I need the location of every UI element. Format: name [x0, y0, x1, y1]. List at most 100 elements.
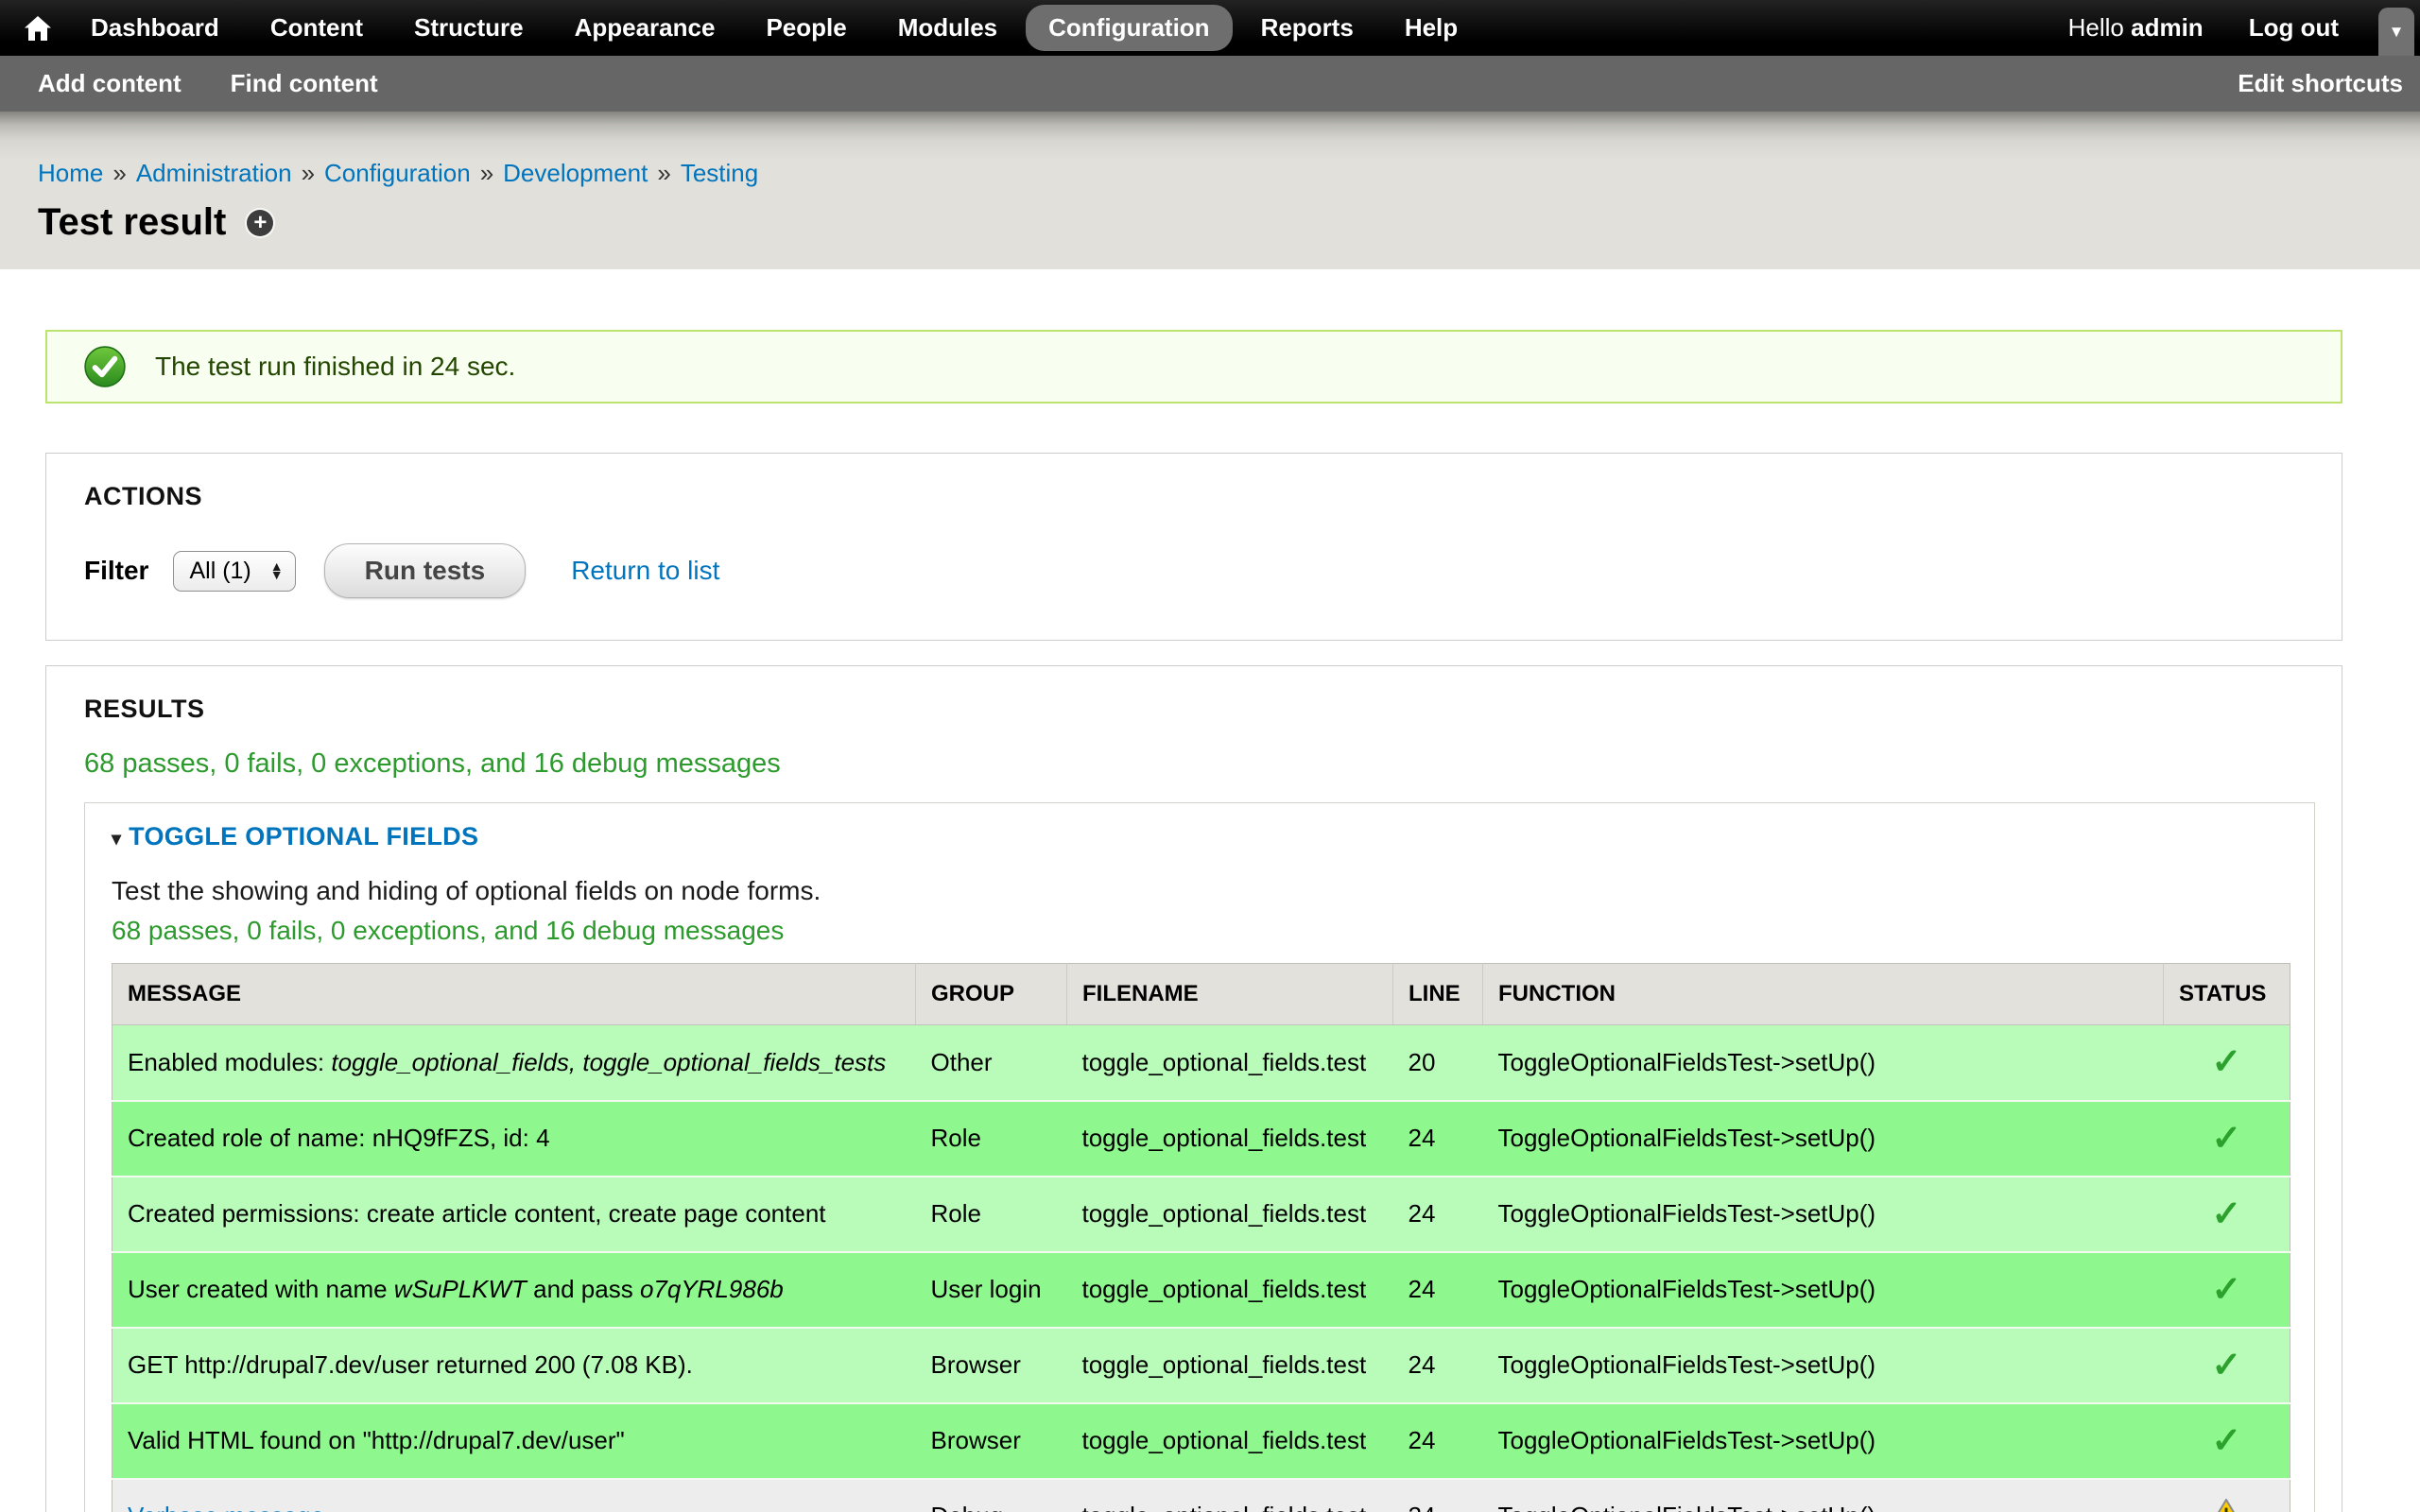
group-toggle-link[interactable]: ▾ TOGGLE OPTIONAL FIELDS — [112, 822, 478, 851]
toolbar-toggle-button[interactable]: ▼ — [2378, 8, 2414, 56]
breadcrumb-separator: » — [302, 159, 315, 187]
menu-item-appearance[interactable]: Appearance — [552, 5, 738, 51]
group-cell: Role — [916, 1177, 1067, 1252]
table-row: GET http://drupal7.dev/user returned 200… — [112, 1328, 2290, 1403]
function-cell: ToggleOptionalFieldsTest->setUp() — [1483, 1177, 2164, 1252]
actions-panel: ACTIONS Filter All (1) ▲▼ Run tests Retu… — [45, 453, 2342, 641]
function-cell: ToggleOptionalFieldsTest->setUp() — [1483, 1328, 2164, 1403]
pass-check-icon: ✓ — [2211, 1042, 2241, 1082]
group-cell: Other — [916, 1025, 1067, 1101]
filename-cell: toggle_optional_fields.test — [1067, 1328, 1393, 1403]
group-cell: Role — [916, 1101, 1067, 1177]
menu-item-people[interactable]: People — [743, 5, 869, 51]
menu-item-reports[interactable]: Reports — [1238, 5, 1376, 51]
status-cell — [2164, 1479, 2290, 1512]
breadcrumb-link-testing[interactable]: Testing — [681, 159, 758, 187]
results-table-body: Enabled modules: toggle_optional_fields,… — [112, 1025, 2290, 1512]
menu-item-configuration[interactable]: Configuration — [1026, 5, 1232, 51]
return-to-list-link[interactable]: Return to list — [571, 556, 719, 586]
pass-check-icon: ✓ — [2211, 1194, 2241, 1234]
status-message-text: The test run finished in 24 sec. — [155, 352, 515, 382]
group-summary: 68 passes, 0 fails, 0 exceptions, and 16… — [112, 916, 2288, 946]
results-table: MESSAGEGROUPFILENAMELINEFUNCTIONSTATUS E… — [112, 963, 2290, 1512]
filename-cell: toggle_optional_fields.test — [1067, 1252, 1393, 1328]
menu-item-structure[interactable]: Structure — [391, 5, 546, 51]
page-title: Test result — [38, 201, 226, 244]
greeting-text: Hello admin — [2068, 13, 2204, 43]
home-button[interactable] — [13, 9, 62, 47]
warning-icon — [2209, 1498, 2243, 1512]
logout-link[interactable]: Log out — [2249, 13, 2339, 43]
status-cell: ✓ — [2164, 1403, 2290, 1479]
column-header-line: LINE — [1393, 964, 1483, 1025]
line-cell: 24 — [1393, 1328, 1483, 1403]
breadcrumb-link-development[interactable]: Development — [503, 159, 648, 187]
filter-select-value: All (1) — [189, 558, 251, 585]
table-row: Verbose message Debugtoggle_optional_fiel… — [112, 1479, 2290, 1512]
line-cell: 24 — [1393, 1479, 1483, 1512]
status-cell: ✓ — [2164, 1025, 2290, 1101]
verbose-message-link[interactable]: Verbose message — [128, 1502, 324, 1512]
breadcrumb-separator: » — [480, 159, 493, 187]
filter-select[interactable]: All (1) ▲▼ — [173, 551, 295, 592]
status-message: The test run finished in 24 sec. — [45, 330, 2342, 404]
menu-item-content[interactable]: Content — [248, 5, 386, 51]
results-heading: RESULTS — [84, 695, 2315, 724]
table-row: User created with name wSuPLKWT and pass… — [112, 1252, 2290, 1328]
filter-label: Filter — [84, 556, 148, 586]
status-check-icon — [83, 345, 127, 388]
breadcrumb-separator: » — [657, 159, 670, 187]
toolbar-right: Hello admin Log out — [2068, 13, 2411, 43]
filename-cell: toggle_optional_fields.test — [1067, 1479, 1393, 1512]
menu-item-modules[interactable]: Modules — [875, 5, 1020, 51]
table-row: Created role of name: nHQ9fFZS, id: 4Rol… — [112, 1101, 2290, 1177]
filename-cell: toggle_optional_fields.test — [1067, 1025, 1393, 1101]
function-cell: ToggleOptionalFieldsTest->setUp() — [1483, 1403, 2164, 1479]
filename-cell: toggle_optional_fields.test — [1067, 1101, 1393, 1177]
admin-toolbar: DashboardContentStructureAppearancePeopl… — [0, 0, 2420, 56]
line-cell: 20 — [1393, 1025, 1483, 1101]
group-cell: Debug — [916, 1479, 1067, 1512]
message-cell: Created permissions: create article cont… — [112, 1177, 916, 1252]
results-summary: 68 passes, 0 fails, 0 exceptions, and 16… — [84, 748, 2315, 780]
breadcrumb-separator: » — [112, 159, 126, 187]
function-cell: ToggleOptionalFieldsTest->setUp() — [1483, 1101, 2164, 1177]
group-cell: Browser — [916, 1328, 1067, 1403]
shortcut-add-content[interactable]: Add content — [38, 69, 182, 98]
column-header-function: FUNCTION — [1483, 964, 2164, 1025]
column-header-group: GROUP — [916, 964, 1067, 1025]
collapse-twisty-icon: ▾ — [112, 829, 121, 850]
menu-item-help[interactable]: Help — [1382, 5, 1480, 51]
status-cell: ✓ — [2164, 1252, 2290, 1328]
column-header-filename: FILENAME — [1067, 964, 1393, 1025]
actions-heading: ACTIONS — [84, 482, 2304, 511]
message-cell: GET http://drupal7.dev/user returned 200… — [112, 1328, 916, 1403]
filename-cell: toggle_optional_fields.test — [1067, 1403, 1393, 1479]
table-row: Created permissions: create article cont… — [112, 1177, 2290, 1252]
table-row: Enabled modules: toggle_optional_fields,… — [112, 1025, 2290, 1101]
menu-item-dashboard[interactable]: Dashboard — [68, 5, 242, 51]
breadcrumb-link-home[interactable]: Home — [38, 159, 103, 187]
page-header: Home » Administration » Configuration » Develo… — [0, 112, 2420, 269]
run-tests-button[interactable]: Run tests — [324, 543, 527, 598]
line-cell: 24 — [1393, 1177, 1483, 1252]
edit-shortcuts-link[interactable]: Edit shortcuts — [2238, 69, 2403, 98]
line-cell: 24 — [1393, 1403, 1483, 1479]
shortcut-bar: Add content Find content Edit shortcuts — [0, 56, 2420, 112]
pass-check-icon: ✓ — [2211, 1119, 2241, 1159]
chevron-down-icon: ▼ — [2389, 23, 2405, 42]
message-cell: Verbose message — [112, 1479, 916, 1512]
status-cell: ✓ — [2164, 1177, 2290, 1252]
main-content: The test run finished in 24 sec. ACTIONS… — [0, 330, 2420, 1512]
breadcrumb-link-administration[interactable]: Administration — [136, 159, 292, 187]
shortcut-find-content[interactable]: Find content — [231, 69, 378, 98]
column-header-message: MESSAGE — [112, 964, 916, 1025]
add-shortcut-icon[interactable]: + — [247, 210, 273, 236]
message-cell: Created role of name: nHQ9fFZS, id: 4 — [112, 1101, 916, 1177]
function-cell: ToggleOptionalFieldsTest->setUp() — [1483, 1252, 2164, 1328]
breadcrumb-link-configuration[interactable]: Configuration — [324, 159, 471, 187]
pass-check-icon: ✓ — [2211, 1421, 2241, 1461]
function-cell: ToggleOptionalFieldsTest->setUp() — [1483, 1479, 2164, 1512]
test-group-fieldset: ▾ TOGGLE OPTIONAL FIELDS Test the showin… — [84, 802, 2315, 1512]
group-cell: Browser — [916, 1403, 1067, 1479]
